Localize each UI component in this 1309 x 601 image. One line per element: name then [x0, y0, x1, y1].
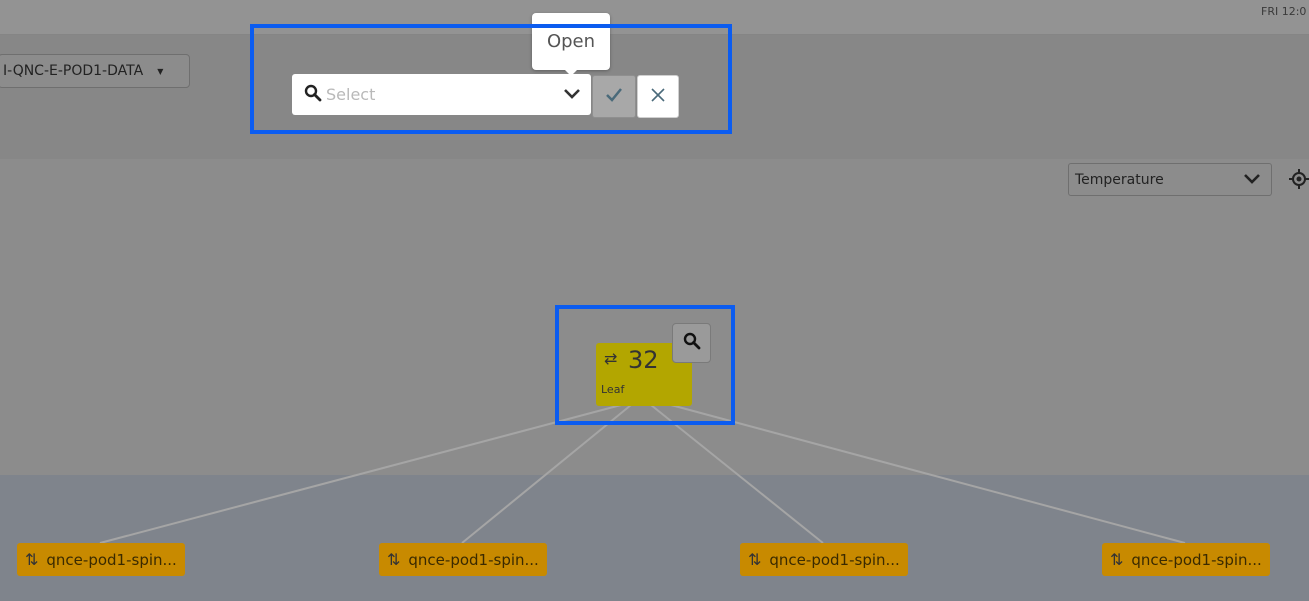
chevron-down-icon: [1243, 172, 1261, 190]
spine-label: qnce-pod1-spin...: [408, 550, 539, 569]
metric-dropdown-value: Temperature: [1075, 171, 1164, 188]
link-leaf-spine-4: [670, 404, 1186, 544]
highlight-box-search: [250, 24, 732, 134]
updown-arrows-icon: ⇅: [1110, 550, 1124, 569]
locate-icon[interactable]: [1289, 169, 1309, 193]
updown-arrows-icon: ⇅: [748, 550, 762, 569]
spine-label: qnce-pod1-spin...: [769, 550, 900, 569]
spine-node[interactable]: ⇅ qnce-pod1-spin...: [379, 543, 547, 576]
spine-label: qnce-pod1-spin...: [1131, 550, 1262, 569]
spine-node[interactable]: ⇅ qnce-pod1-spin...: [17, 543, 185, 576]
spine-label: qnce-pod1-spin...: [46, 550, 177, 569]
updown-arrows-icon: ⇅: [25, 550, 39, 569]
highlight-box-leaf: [555, 305, 735, 425]
spine-node[interactable]: ⇅ qnce-pod1-spin...: [740, 543, 908, 576]
link-leaf-spine-1: [99, 404, 622, 544]
metric-dropdown[interactable]: Temperature: [1068, 163, 1272, 196]
updown-arrows-icon: ⇅: [387, 550, 401, 569]
spine-node[interactable]: ⇅ qnce-pod1-spin...: [1102, 543, 1270, 576]
link-leaf-spine-3: [650, 404, 824, 544]
